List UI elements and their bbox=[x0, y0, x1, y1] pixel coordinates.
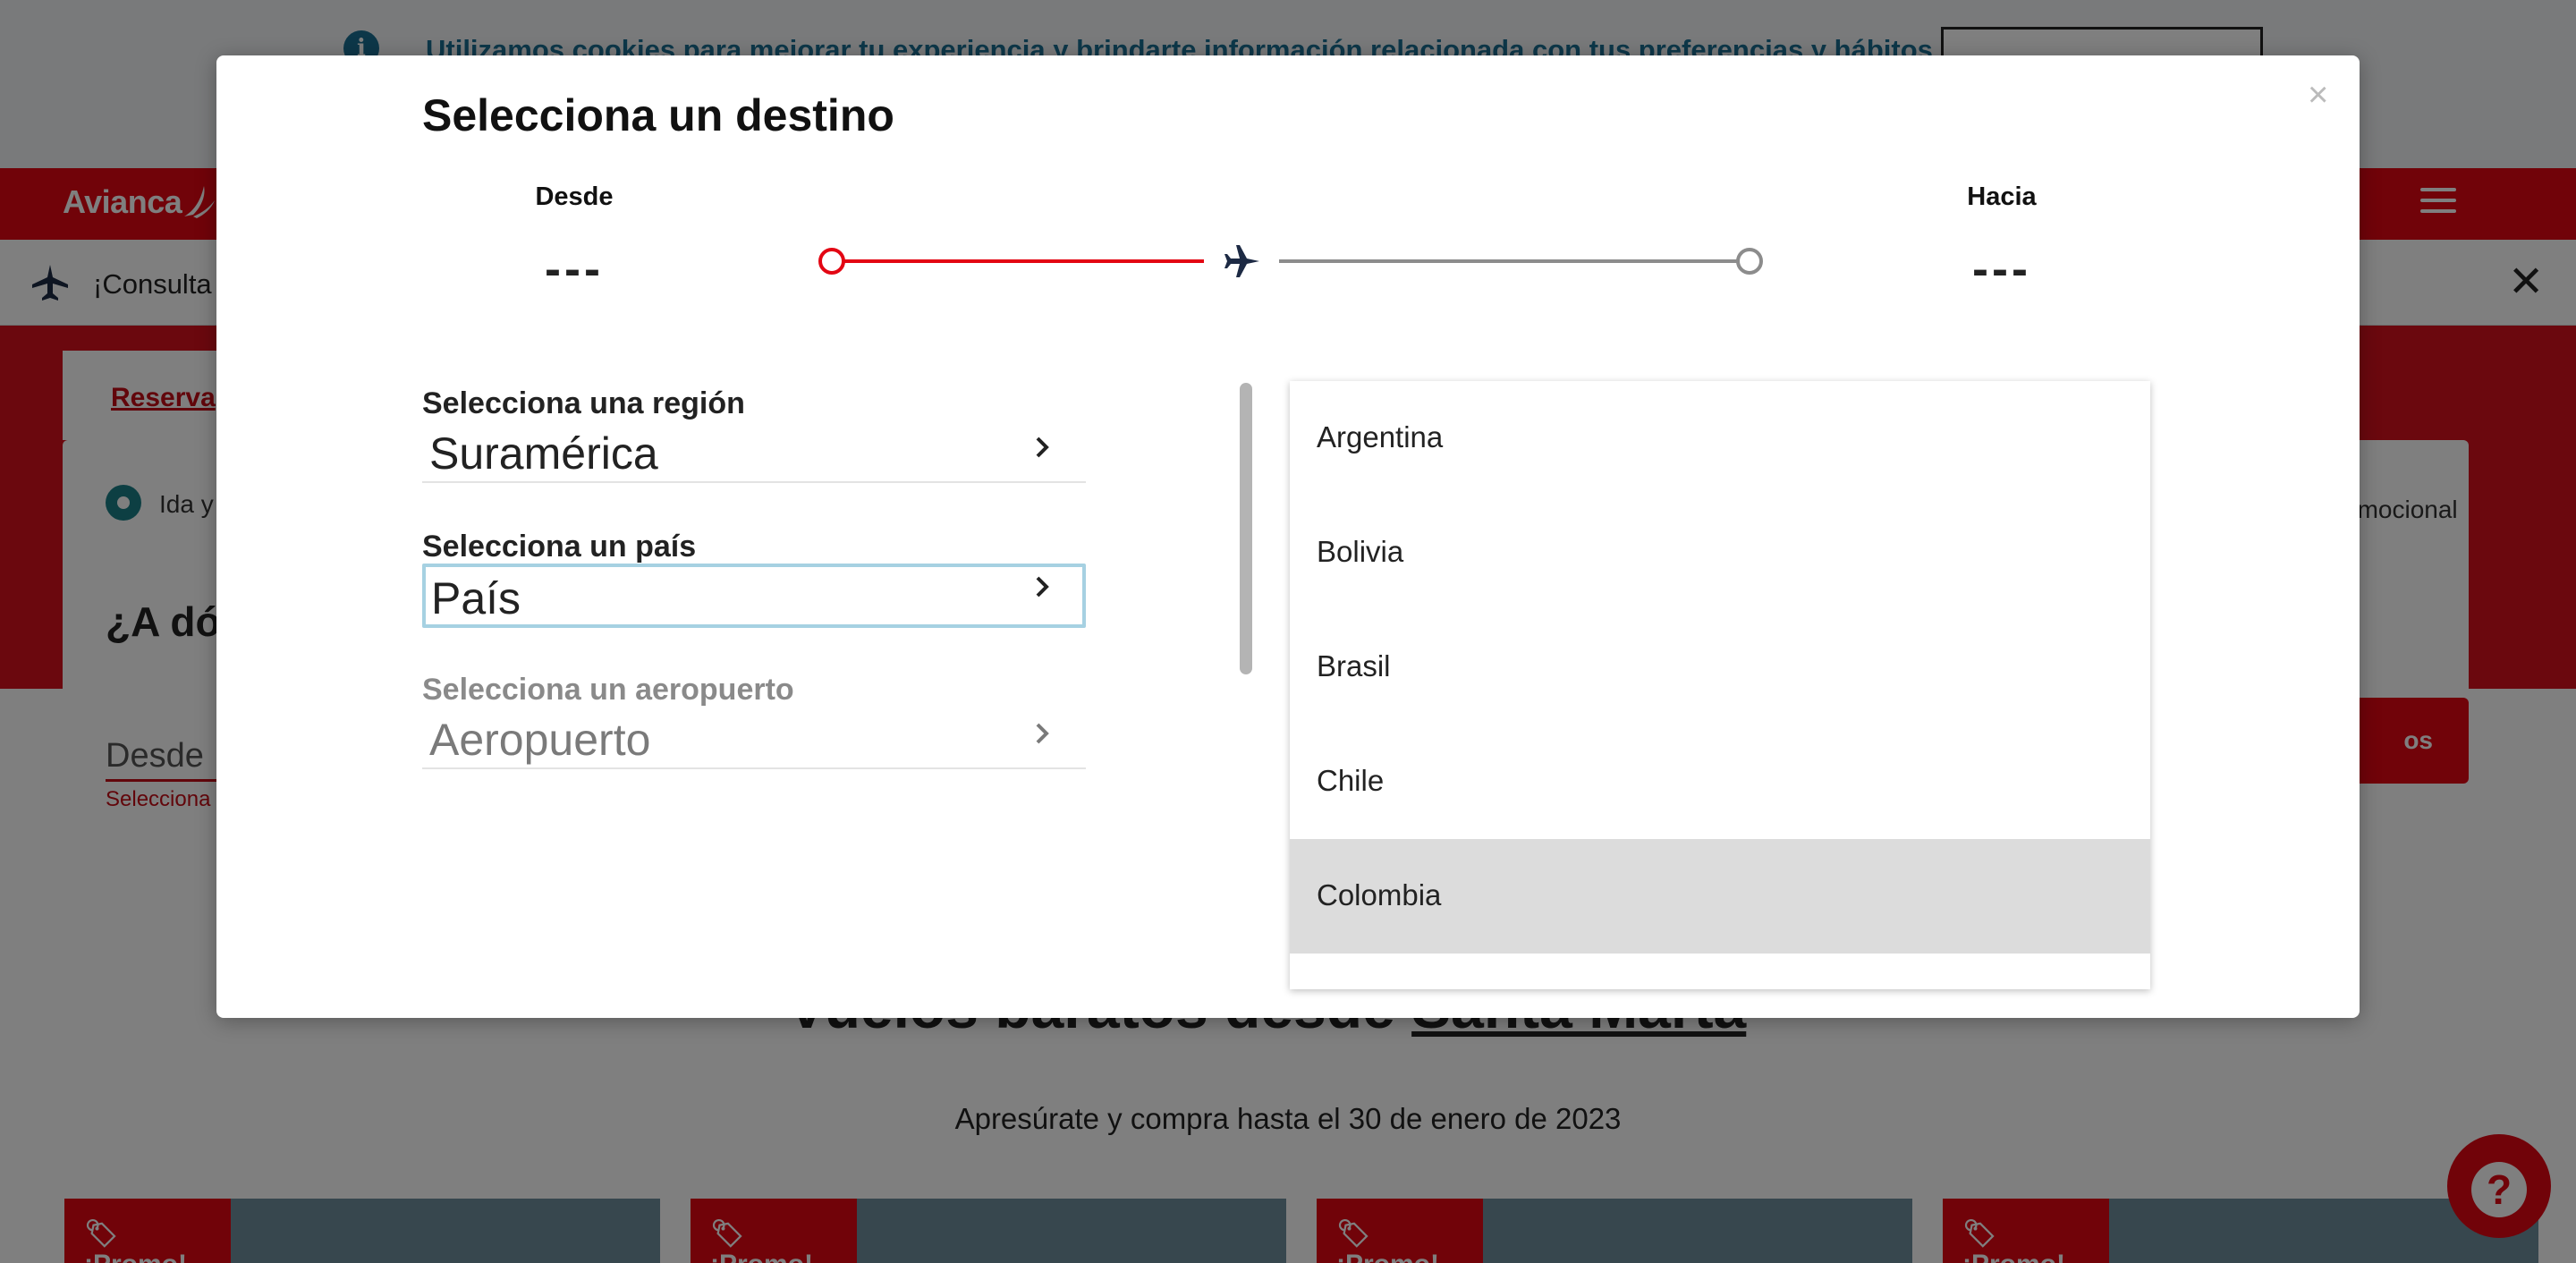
region-value: Suramérica bbox=[429, 428, 658, 479]
airport-label: Selecciona un aeropuerto bbox=[422, 673, 794, 707]
route-origin-dot bbox=[818, 248, 845, 275]
country-option[interactable]: Argentina bbox=[1290, 381, 2150, 496]
destination-modal: Selecciona un destino × Desde --- Hacia … bbox=[216, 55, 2360, 1018]
region-label: Selecciona una región bbox=[422, 386, 745, 420]
country-list[interactable]: Argentina Bolivia Brasil Chile Colombia bbox=[1290, 381, 2150, 989]
airport-select[interactable]: Aeropuerto bbox=[422, 705, 1086, 769]
route-to-label: Hacia bbox=[1967, 182, 2037, 211]
country-select[interactable]: País bbox=[422, 564, 1086, 628]
route-from-label: Desde bbox=[535, 182, 614, 211]
country-option-highlighted[interactable]: Colombia bbox=[1290, 839, 2150, 954]
close-icon[interactable]: × bbox=[2308, 77, 2328, 113]
country-option[interactable]: Brasil bbox=[1290, 610, 2150, 725]
airport-value: Aeropuerto bbox=[429, 715, 651, 765]
scrollbar-thumb[interactable] bbox=[1240, 383, 1252, 674]
route-progress bbox=[818, 245, 1763, 277]
country-label: Selecciona un país bbox=[422, 530, 697, 564]
chevron-right-icon bbox=[1036, 723, 1049, 744]
airplane-icon bbox=[1224, 245, 1259, 277]
country-value: País bbox=[431, 573, 521, 623]
country-option[interactable]: Chile bbox=[1290, 725, 2150, 839]
route-from-code: --- bbox=[545, 242, 604, 296]
chevron-right-icon bbox=[1036, 576, 1049, 598]
page: i Utilizamos cookies para mejorar tu exp… bbox=[0, 0, 2576, 1263]
route-to-code: --- bbox=[1972, 242, 2031, 296]
route-destination-dot bbox=[1736, 248, 1763, 275]
region-select[interactable]: Suramérica bbox=[422, 419, 1086, 483]
chevron-right-icon bbox=[1036, 437, 1049, 458]
modal-title: Selecciona un destino bbox=[422, 90, 894, 140]
country-option[interactable]: Bolivia bbox=[1290, 496, 2150, 610]
